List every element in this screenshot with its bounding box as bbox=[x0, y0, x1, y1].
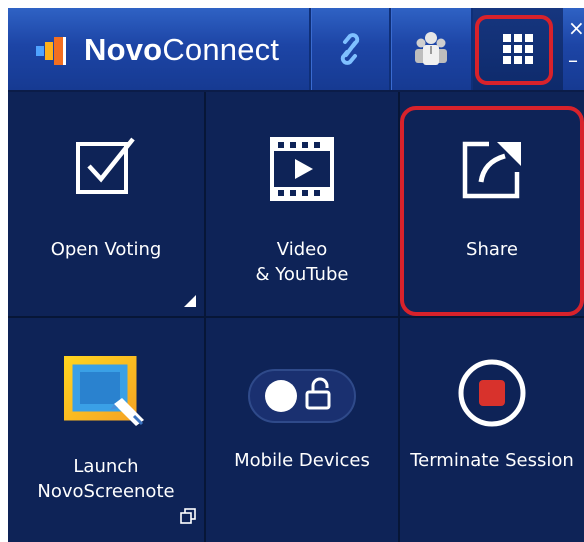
link-button[interactable] bbox=[311, 8, 389, 90]
tile-label: Open Voting bbox=[50, 239, 162, 260]
minimize-button[interactable]: – bbox=[568, 50, 578, 70]
tile-video-youtube[interactable]: Video & YouTube bbox=[206, 92, 400, 318]
tile-terminate-session[interactable]: Terminate Session bbox=[400, 318, 584, 542]
tile-label: Mobile Devices bbox=[234, 450, 370, 471]
novoconnect-window: NovoConnect × – Open Voting Video & YouT… bbox=[8, 8, 584, 542]
close-button[interactable]: × bbox=[568, 18, 584, 38]
screenote-icon bbox=[64, 356, 144, 426]
app-title: NovoConnect bbox=[84, 32, 280, 67]
toggle-lock-icon bbox=[248, 369, 356, 423]
tile-launch-novoscreenote[interactable]: Launch NovoScreenote bbox=[8, 318, 206, 542]
tile-label: Video & YouTube bbox=[255, 239, 349, 285]
participants-button[interactable] bbox=[391, 8, 471, 90]
share-icon bbox=[462, 141, 521, 199]
window-controls: × – bbox=[565, 8, 584, 90]
participants-icon bbox=[415, 32, 447, 65]
apps-grid-button[interactable] bbox=[473, 8, 563, 90]
tile-open-voting[interactable]: Open Voting bbox=[8, 92, 206, 318]
stop-icon bbox=[458, 359, 526, 427]
link-icon bbox=[340, 33, 360, 65]
apps-grid-icon bbox=[503, 34, 533, 64]
tile-label: Terminate Session bbox=[410, 450, 574, 471]
video-play-icon bbox=[270, 137, 334, 201]
novoconnect-logo-icon bbox=[36, 37, 66, 65]
tile-label: Launch NovoScreenote bbox=[37, 456, 175, 502]
tile-label: Share bbox=[466, 239, 518, 260]
tile-share[interactable]: Share bbox=[400, 92, 584, 318]
tile-mobile-devices[interactable]: Mobile Devices bbox=[206, 318, 400, 542]
submenu-indicator-icon bbox=[184, 295, 196, 307]
title-bar: NovoConnect × – bbox=[8, 8, 584, 92]
feature-tiles: Open Voting Video & YouTube Share Launch… bbox=[8, 92, 584, 542]
checkbox-icon bbox=[76, 137, 135, 194]
external-window-icon bbox=[180, 508, 196, 524]
